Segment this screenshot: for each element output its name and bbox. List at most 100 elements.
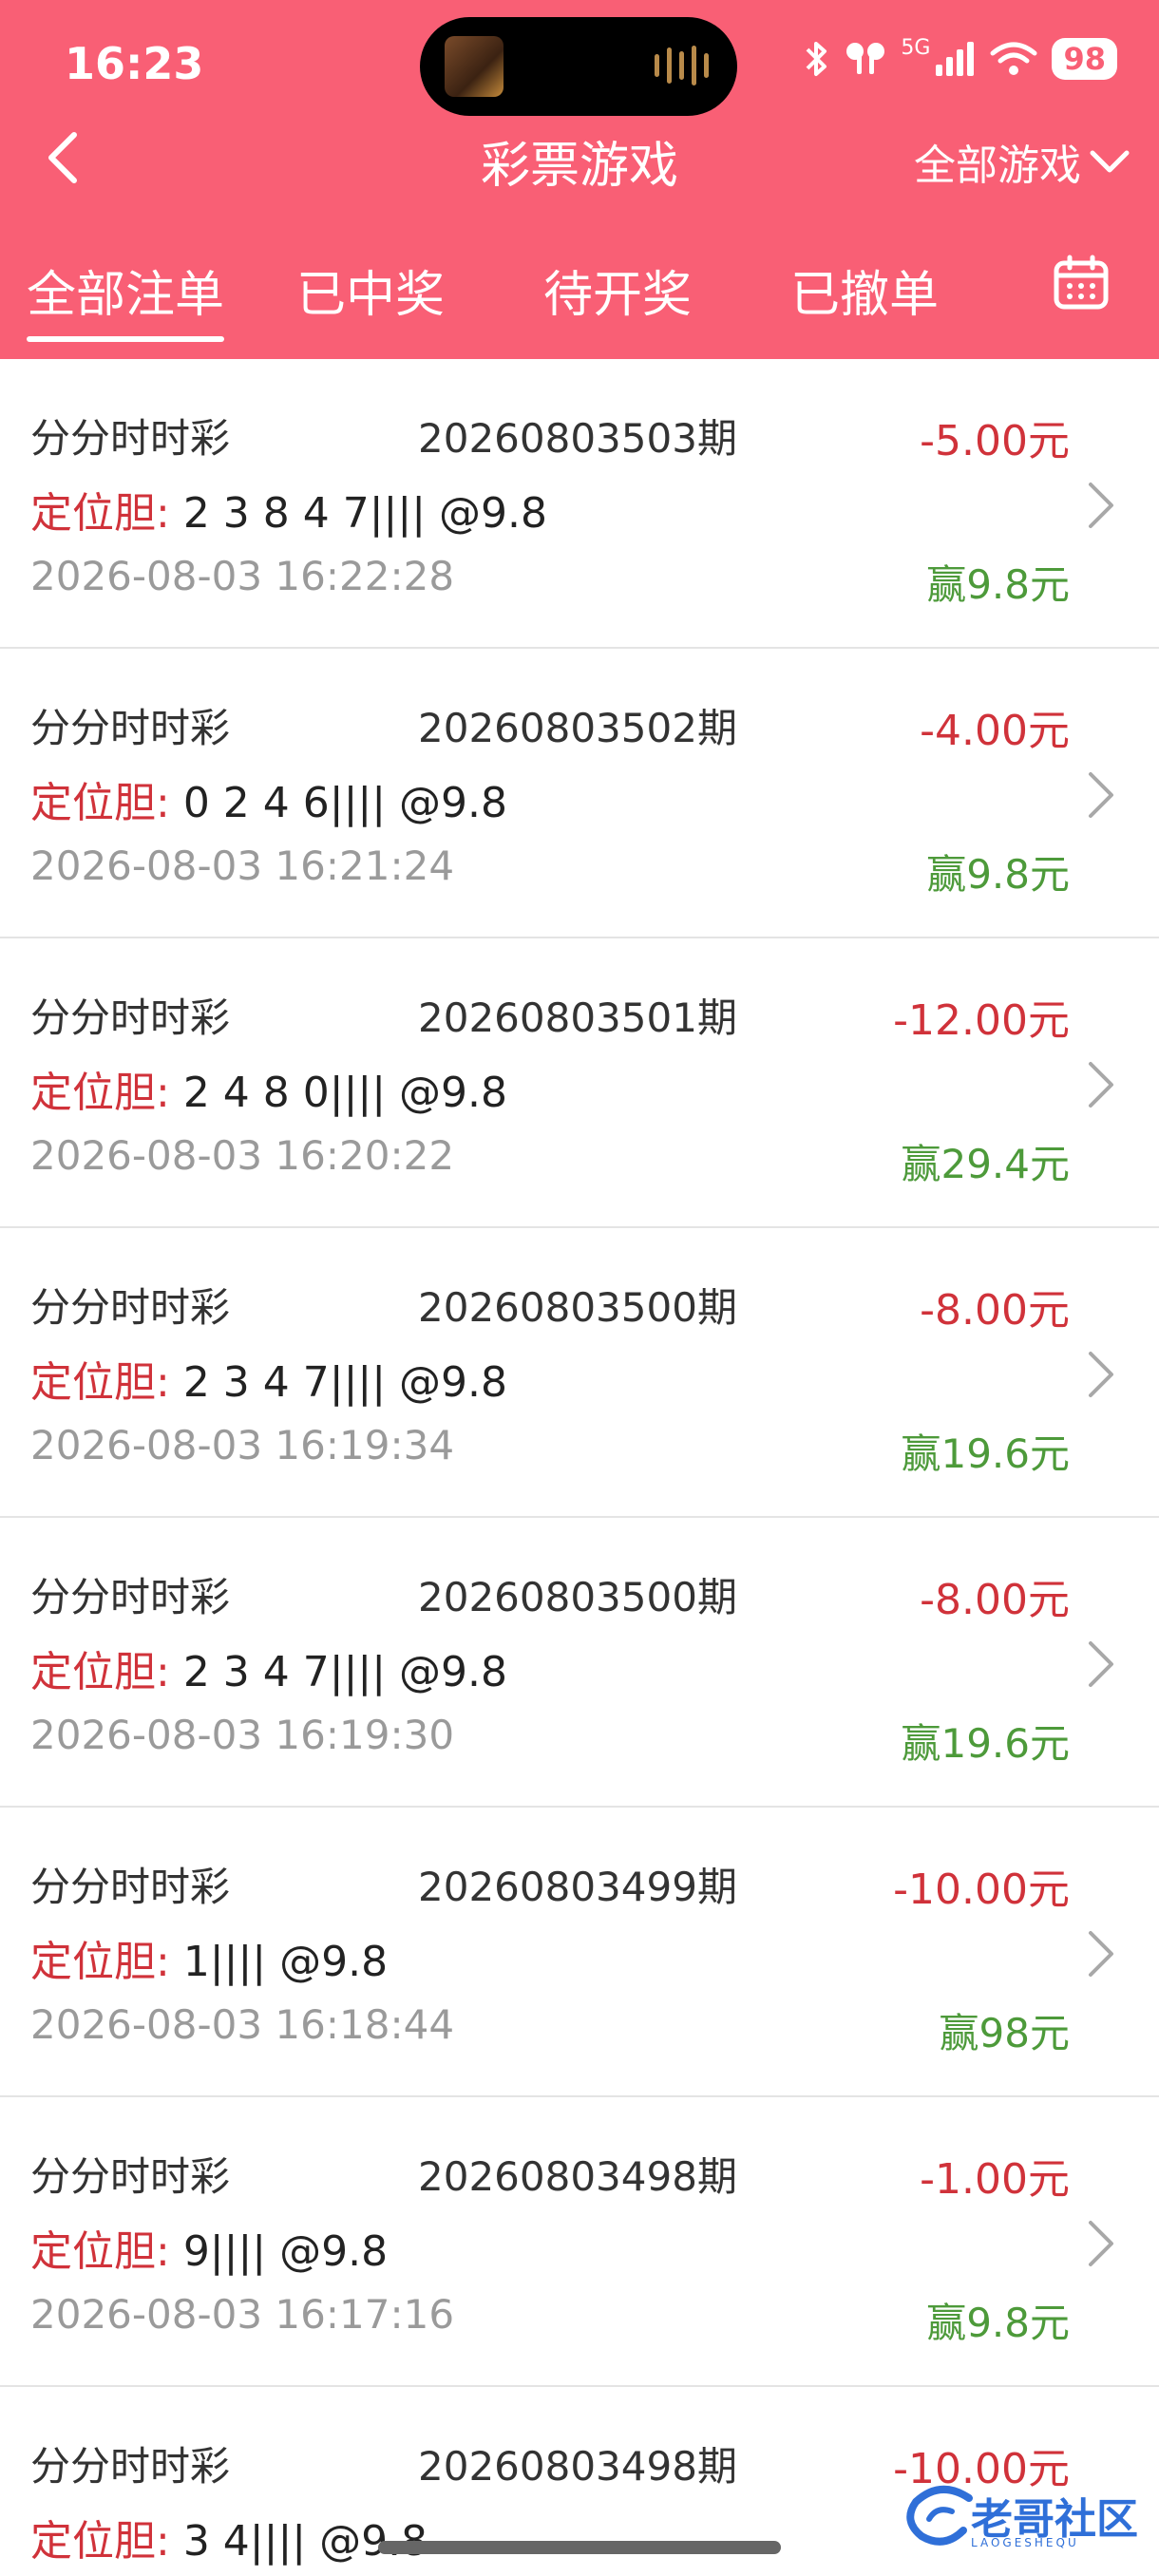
order-win: 赢9.8元 [926,851,1070,898]
order-time: 2026-08-03 16:19:30 [30,1712,455,1758]
bluetooth-icon [807,42,827,76]
order-game-name: 分分时时彩 [30,1284,231,1331]
order-win: 赢98元 [939,2010,1070,2056]
order-amount: -10.00元 [893,1866,1070,1914]
order-row[interactable]: 分分时时彩 20260803502期 -4.00元 定位胆: 0 2 4 6||… [0,649,1159,938]
order-game-name: 分分时时彩 [30,1864,231,1910]
order-win: 赢9.8元 [926,2300,1070,2346]
order-row[interactable]: 分分时时彩 20260803503期 -5.00元 定位胆: 2 3 8 4 7… [0,359,1159,649]
earbuds-icon [846,43,885,74]
bet-numbers: 2 3 8 4 7|||| @9.8 [169,489,547,538]
chevron-right-icon [1089,1062,1113,1108]
bet-numbers: 2 3 4 7|||| @9.8 [169,1358,508,1407]
media-thumbnail [445,36,504,97]
home-indicator[interactable] [378,2541,781,2554]
order-issue: 20260803500期 [418,1574,737,1620]
tab-won[interactable]: 已中奖 [296,255,445,334]
bet-type-label: 定位胆: [30,1069,170,1117]
tab-cancelled[interactable]: 已撤单 [790,255,939,334]
order-amount: -4.00元 [920,707,1070,755]
order-bet: 定位胆: 3 4|||| @9.8 [30,2507,428,2567]
order-time: 2026-08-03 16:19:34 [30,1422,455,1468]
bet-type-label: 定位胆: [30,779,170,827]
order-time: 2026-08-03 16:21:24 [30,843,455,889]
bet-type-label: 定位胆: [30,489,170,538]
chevron-right-icon [1089,483,1113,528]
tab-all-orders[interactable]: 全部注单 [27,255,225,342]
order-row[interactable]: 分分时时彩 20260803499期 -10.00元 定位胆: 1|||| @9… [0,1808,1159,2097]
order-tabs: 全部注单 已中奖 待开奖 已撤单 [0,255,1159,346]
order-game-name: 分分时时彩 [30,705,231,751]
order-list: 分分时时彩 20260803503期 -5.00元 定位胆: 2 3 8 4 7… [0,359,1159,2576]
order-time: 2026-08-03 16:20:22 [30,1132,455,1179]
order-amount: -12.00元 [893,996,1070,1045]
order-time: 2026-08-03 16:18:44 [30,2001,455,2048]
bet-type-label: 定位胆: [30,1358,170,1407]
back-arrow-icon[interactable] [38,129,95,186]
order-bet: 定位胆: 2 4 8 0|||| @9.8 [30,1058,507,1119]
order-game-name: 分分时时彩 [30,415,231,462]
bet-numbers: 1|||| @9.8 [169,1938,389,1986]
audio-bars-icon [655,46,709,85]
order-time: 2026-08-03 16:22:28 [30,553,455,599]
order-bet: 定位胆: 9|||| @9.8 [30,2217,388,2278]
bet-numbers: 0 2 4 6|||| @9.8 [169,779,508,827]
order-win: 赢29.4元 [901,1141,1070,1187]
calendar-icon[interactable] [1053,255,1110,312]
signal-icon [936,42,975,76]
status-icons: 5G 98 [802,35,1117,80]
game-filter-label: 全部游戏 [914,142,1081,190]
order-win: 赢19.6元 [901,1720,1070,1767]
bet-type-label: 定位胆: [30,1938,170,1986]
order-bet: 定位胆: 2 3 8 4 7|||| @9.8 [30,479,547,540]
watermark-subtext: LAOGESHEQU [971,2536,1079,2549]
order-win: 赢19.6元 [901,1430,1070,1477]
chevron-down-icon [1090,150,1130,173]
order-bet: 定位胆: 2 3 4 7|||| @9.8 [30,1348,507,1409]
order-game-name: 分分时时彩 [30,994,231,1041]
order-row[interactable]: 分分时时彩 20260803500期 -8.00元 定位胆: 2 3 4 7||… [0,1518,1159,1808]
bet-numbers: 2 3 4 7|||| @9.8 [169,1648,508,1696]
order-bet: 定位胆: 1|||| @9.8 [30,1927,388,1988]
order-win: 赢9.8元 [926,561,1070,608]
order-issue: 20260803500期 [418,1284,737,1331]
bet-type-label: 定位胆: [30,2227,170,2276]
order-issue: 20260803498期 [418,2443,737,2490]
order-issue: 20260803501期 [418,994,737,1041]
order-row[interactable]: 分分时时彩 20260803501期 -12.00元 定位胆: 2 4 8 0|… [0,938,1159,1228]
dynamic-island[interactable] [420,17,737,116]
network-type: 5G [901,35,931,60]
tab-pending[interactable]: 待开奖 [543,255,692,334]
order-amount: -1.00元 [920,2155,1070,2204]
battery-indicator: 98 [1052,38,1117,80]
status-bar: 16:23 5G 98 [0,0,1159,133]
app-header: 16:23 5G 98 彩票游戏 全部游戏 全部注单 已中奖 待开奖 已撤单 [0,0,1159,359]
chevron-right-icon [1089,1641,1113,1687]
bet-type-label: 定位胆: [30,2517,170,2566]
order-game-name: 分分时时彩 [30,2153,231,2200]
order-amount: -8.00元 [920,1286,1070,1335]
order-issue: 20260803503期 [418,415,737,462]
status-time: 16:23 [65,38,204,89]
order-issue: 20260803499期 [418,1864,737,1910]
order-amount: -5.00元 [920,417,1070,465]
order-bet: 定位胆: 2 3 4 7|||| @9.8 [30,1638,507,1698]
bet-type-label: 定位胆: [30,1648,170,1696]
watermark-logo: 老哥社区 LAOGESHEQU [902,2479,1150,2555]
order-game-name: 分分时时彩 [30,1574,231,1620]
order-game-name: 分分时时彩 [30,2443,231,2490]
chevron-right-icon [1089,1352,1113,1397]
order-issue: 20260803502期 [418,705,737,751]
order-amount: -8.00元 [920,1576,1070,1624]
chevron-right-icon [1089,1931,1113,1977]
chevron-right-icon [1089,2221,1113,2266]
order-row[interactable]: 分分时时彩 20260803498期 -1.00元 定位胆: 9|||| @9.… [0,2097,1159,2387]
bet-numbers: 2 4 8 0|||| @9.8 [169,1069,508,1117]
game-filter-dropdown[interactable]: 全部游戏 [914,131,1130,192]
bet-numbers: 9|||| @9.8 [169,2227,389,2276]
order-row[interactable]: 分分时时彩 20260803500期 -8.00元 定位胆: 2 3 4 7||… [0,1228,1159,1518]
chevron-right-icon [1089,772,1113,818]
order-bet: 定位胆: 0 2 4 6|||| @9.8 [30,768,507,829]
wifi-icon [990,42,1037,75]
swirl-icon [906,2485,973,2546]
